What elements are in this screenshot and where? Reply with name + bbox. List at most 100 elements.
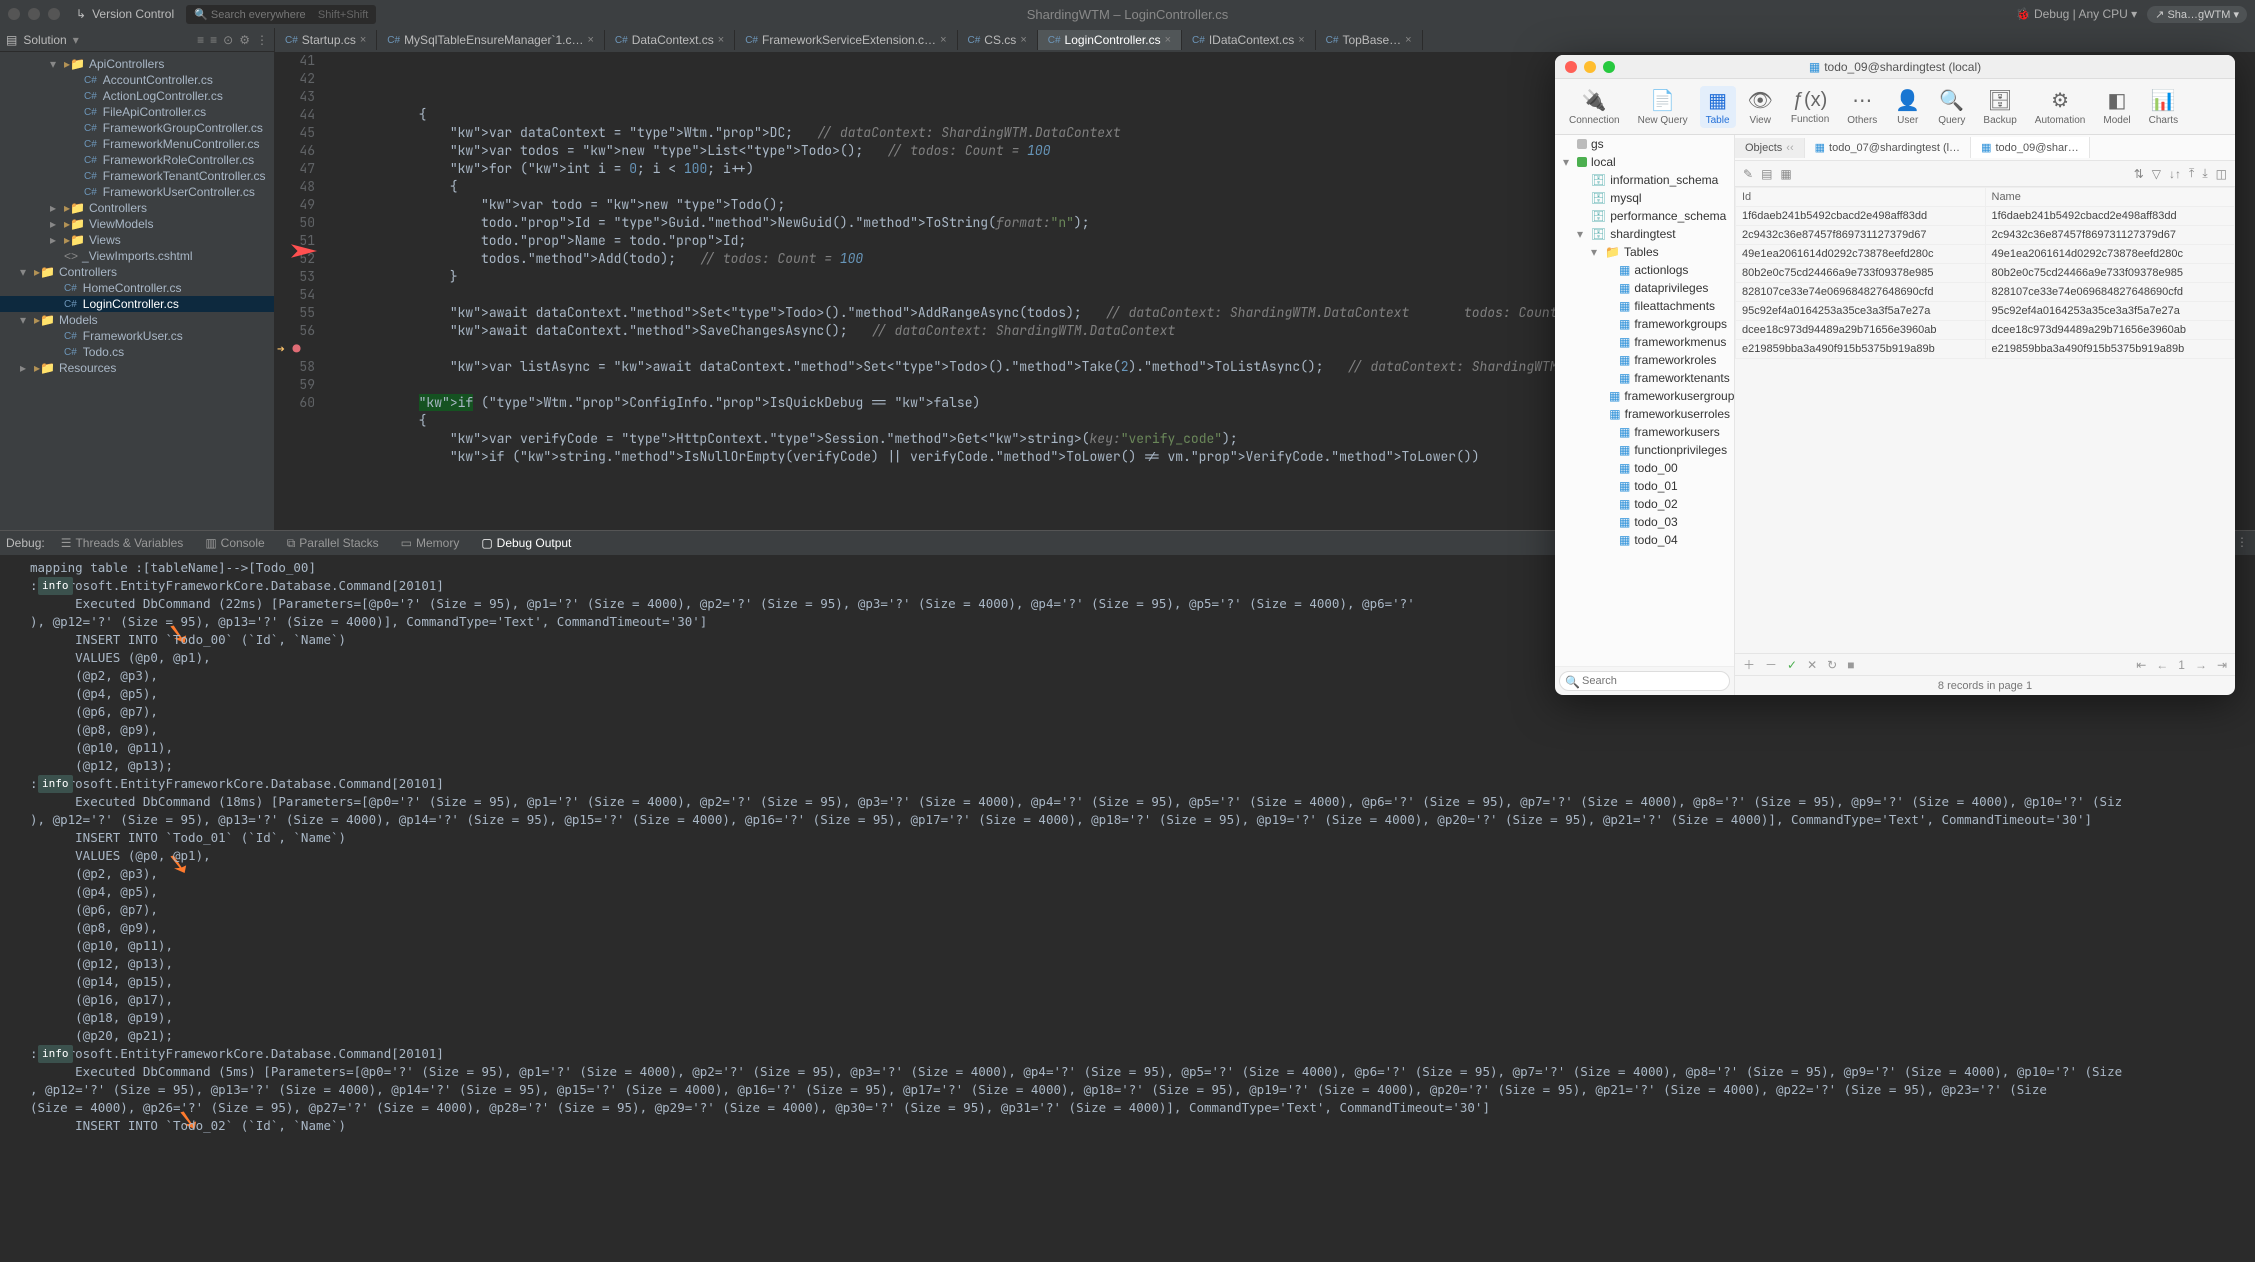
tab-threads[interactable]: ☰ Threads & Variables: [55, 534, 190, 552]
db-tree-item[interactable]: ▦ fileattachments: [1555, 297, 1734, 315]
next-page-icon[interactable]: →: [2195, 658, 2207, 672]
db-tree-item[interactable]: ▦ frameworkusers: [1555, 423, 1734, 441]
db-data-grid[interactable]: IdName1f6daeb241b5492cbacd2e498aff83dd1f…: [1735, 187, 2235, 653]
editor-tab[interactable]: C#MySqlTableEnsureManager`1.c…×: [377, 30, 605, 50]
db-tree-item[interactable]: 🗄 performance_schema: [1555, 207, 1734, 225]
db-tool-query[interactable]: 🔍Query: [1932, 86, 1971, 128]
editor-tab[interactable]: C#DataContext.cs×: [605, 30, 735, 50]
table-row[interactable]: 828107ce33e74e069684827648690cfd828107ce…: [1736, 283, 2235, 302]
column-header[interactable]: Id: [1736, 188, 1986, 207]
table-row[interactable]: 49e1ea2061614d0292c73878eefd280c49e1ea20…: [1736, 245, 2235, 264]
tab-parallel[interactable]: ⧉ Parallel Stacks: [281, 534, 385, 553]
db-tool-table[interactable]: ▦Table: [1700, 86, 1736, 128]
more-icon[interactable]: ⋮: [256, 33, 268, 47]
db-tree-item[interactable]: ▦ frameworkroles: [1555, 351, 1734, 369]
table-row[interactable]: 95c92ef4a0164253a35ce3a3f5a7e27a95c92ef4…: [1736, 302, 2235, 321]
db-tree-item[interactable]: ▦ frameworkmenus: [1555, 333, 1734, 351]
db-tree-item[interactable]: ▦ frameworkgroups: [1555, 315, 1734, 333]
search-everywhere[interactable]: 🔍 Search everywhere Shift+Shift: [186, 5, 376, 24]
db-tool-automation[interactable]: ⚙Automation: [2029, 86, 2092, 128]
db-tool-view[interactable]: 👁View: [1742, 86, 1779, 128]
refresh-icon[interactable]: ↻: [1827, 658, 1837, 672]
column-header[interactable]: Name: [1985, 188, 2235, 207]
add-row-icon[interactable]: ＋: [1743, 656, 1755, 673]
solution-item[interactable]: C#Todo.cs: [0, 344, 274, 360]
db-tool-connection[interactable]: 🔌Connection: [1563, 86, 1626, 128]
editor-tab[interactable]: C#Startup.cs×: [275, 30, 377, 50]
solution-item[interactable]: <>_ViewImports.cshtml: [0, 248, 274, 264]
window-controls[interactable]: [1565, 61, 1615, 73]
solution-item[interactable]: ▾▸📁Controllers: [0, 264, 274, 280]
toolbar-icon[interactable]: ≡: [197, 33, 204, 47]
solution-item[interactable]: C#FrameworkRoleController.cs: [0, 152, 274, 168]
cancel-icon[interactable]: ✕: [1807, 658, 1817, 672]
db-tree-item[interactable]: ▦ dataprivileges: [1555, 279, 1734, 297]
db-tree-search[interactable]: [1559, 671, 1730, 691]
db-tool-new query[interactable]: 📄New Query: [1632, 86, 1694, 128]
db-connection-tree[interactable]: gs▾ local🗄 information_schema🗄 mysql🗄 pe…: [1555, 135, 1735, 666]
db-tree-item[interactable]: ▦ frameworkuserroles: [1555, 405, 1734, 423]
solution-item[interactable]: C#FrameworkTenantController.cs: [0, 168, 274, 184]
table-row[interactable]: 80b2e0c75cd24466a9e733f09378e98580b2e0c7…: [1736, 264, 2235, 283]
table-row[interactable]: 1f6daeb241b5492cbacd2e498aff83dd1f6daeb2…: [1736, 207, 2235, 226]
db-tool-others[interactable]: ⋯Others: [1841, 86, 1883, 128]
db-tool-function[interactable]: ƒ(x)Function: [1785, 87, 1835, 127]
commit-icon[interactable]: ✓: [1787, 658, 1797, 672]
git-branch-widget[interactable]: ↗ Sha…gWTM ▾: [2147, 6, 2247, 23]
editor-tab[interactable]: C#FrameworkServiceExtension.c…×: [735, 30, 957, 50]
stop-icon[interactable]: ■: [1847, 658, 1854, 672]
editor-tab[interactable]: C#IDataContext.cs×: [1182, 30, 1316, 50]
solution-item[interactable]: ▸▸📁ViewModels: [0, 216, 274, 232]
db-tab[interactable]: ▦ todo_07@shardingtest (l…: [1805, 137, 1971, 158]
tab-debug-output[interactable]: ▢ Debug Output: [475, 534, 577, 552]
solution-item[interactable]: ▸▸📁Controllers: [0, 200, 274, 216]
locate-icon[interactable]: ⊙: [223, 33, 233, 47]
solution-item[interactable]: C#AccountController.cs: [0, 72, 274, 88]
db-tree-item[interactable]: ▦ functionprivileges: [1555, 441, 1734, 459]
editor-tab[interactable]: C#TopBase…×: [1316, 30, 1423, 50]
solution-item[interactable]: ▸▸📁Resources: [0, 360, 274, 376]
db-tree-item[interactable]: ▦ todo_03: [1555, 513, 1734, 531]
delete-row-icon[interactable]: －: [1765, 656, 1777, 673]
gear-icon[interactable]: ⚙: [239, 33, 250, 47]
editor-tabs[interactable]: C#Startup.cs×C#MySqlTableEnsureManager`1…: [275, 28, 2255, 52]
solution-item[interactable]: C#ActionLogController.cs: [0, 88, 274, 104]
table-row[interactable]: e219859bba3a490f915b5375b919a89be219859b…: [1736, 340, 2235, 359]
first-page-icon[interactable]: ⇤: [2136, 658, 2146, 672]
db-tree-item[interactable]: ▦ actionlogs: [1555, 261, 1734, 279]
solution-item[interactable]: C#LoginController.cs: [0, 296, 274, 312]
db-tree-item[interactable]: ▾📁 Tables: [1555, 243, 1734, 261]
db-tab[interactable]: ▦ todo_09@shar…: [1971, 137, 2090, 158]
db-tree-item[interactable]: ▦ todo_04: [1555, 531, 1734, 549]
db-tool-backup[interactable]: 🗄Backup: [1977, 86, 2022, 128]
prev-page-icon[interactable]: ←: [2156, 658, 2168, 672]
db-tree-item[interactable]: ▾🗄 shardingtest: [1555, 225, 1734, 243]
table-row[interactable]: 2c9432c36e87457f869731127379d672c9432c36…: [1736, 226, 2235, 245]
db-tool-model[interactable]: ◧Model: [2097, 86, 2136, 128]
editor-tab[interactable]: C#CS.cs×: [958, 30, 1038, 50]
tab-console[interactable]: ▥ Console: [199, 534, 270, 552]
solution-item[interactable]: ▾▸📁Models: [0, 312, 274, 328]
solution-item[interactable]: ▾▸📁ApiControllers: [0, 56, 274, 72]
db-tree-item[interactable]: ▦ frameworktenants: [1555, 369, 1734, 387]
solution-item[interactable]: C#FileApiController.cs: [0, 104, 274, 120]
db-tool-user[interactable]: 👤User: [1889, 86, 1926, 128]
db-object-tabs[interactable]: Objects ‹‹▦ todo_07@shardingtest (l…▦ to…: [1735, 135, 2235, 161]
db-tree-item[interactable]: 🗄 mysql: [1555, 189, 1734, 207]
editor-tab[interactable]: C#LoginController.cs×: [1038, 30, 1182, 50]
table-row[interactable]: dcee18c973d94489a29b71656e3960abdcee18c9…: [1736, 321, 2235, 340]
window-controls[interactable]: [8, 8, 60, 20]
run-config[interactable]: 🐞 Debug | Any CPU ▾: [2016, 7, 2137, 21]
solution-item[interactable]: C#FrameworkUserController.cs: [0, 184, 274, 200]
db-grid-toolbar[interactable]: ✎▤▦ ⇅▽↓↑⤒⤓◫: [1735, 161, 2235, 187]
vcs-widget[interactable]: ↳ Version Control: [76, 7, 174, 21]
last-page-icon[interactable]: ⇥: [2217, 658, 2227, 672]
db-tab[interactable]: Objects ‹‹: [1735, 138, 1805, 158]
db-tree-item[interactable]: ▦ todo_00: [1555, 459, 1734, 477]
db-tree-item[interactable]: ▦ frameworkusergroups: [1555, 387, 1734, 405]
db-tree-item[interactable]: ▾ local: [1555, 153, 1734, 171]
solution-item[interactable]: C#FrameworkGroupController.cs: [0, 120, 274, 136]
solution-item[interactable]: C#FrameworkMenuController.cs: [0, 136, 274, 152]
solution-item[interactable]: ▸▸📁Views: [0, 232, 274, 248]
solution-item[interactable]: C#FrameworkUser.cs: [0, 328, 274, 344]
